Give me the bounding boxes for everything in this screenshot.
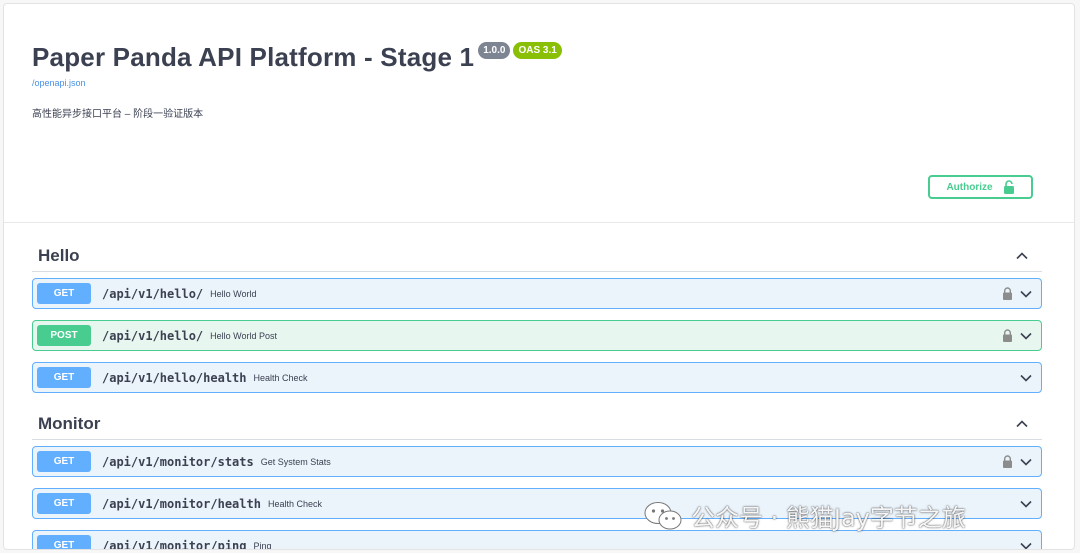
chevron-up-icon[interactable] (1014, 416, 1030, 432)
chevron-down-icon[interactable] (1019, 371, 1033, 385)
operation-controls (1019, 497, 1033, 511)
method-badge: GET (37, 535, 91, 549)
lock-icon[interactable] (1002, 287, 1013, 300)
wechat-icon (644, 501, 682, 529)
operation-post-hello[interactable]: POST /api/v1/hello/ Hello World Post (32, 320, 1042, 351)
authorize-button[interactable]: Authorize (928, 175, 1033, 199)
api-info-section: Paper Panda API Platform - Stage 1 1.0.0… (4, 4, 1074, 223)
page-title: Paper Panda API Platform - Stage 1 (32, 42, 475, 72)
operation-get-monitor-stats[interactable]: GET /api/v1/monitor/stats Get System Sta… (32, 446, 1042, 477)
tag-header-hello[interactable]: Hello (32, 241, 1042, 272)
chevron-down-icon[interactable] (1019, 539, 1033, 551)
operation-path: /api/v1/hello/ (102, 328, 204, 343)
api-description: 高性能异步接口平台 – 阶段一验证版本 (32, 109, 204, 120)
oas-badge: OAS 3.1 (513, 42, 562, 59)
operation-controls (1002, 287, 1033, 301)
method-badge: GET (37, 493, 91, 514)
operation-path: /api/v1/hello/health (102, 370, 247, 385)
chevron-up-icon[interactable] (1014, 248, 1030, 264)
operation-path: /api/v1/monitor/health (102, 496, 261, 511)
tag-name: Monitor (38, 414, 101, 433)
operation-controls (1002, 455, 1033, 469)
lock-icon[interactable] (1002, 329, 1013, 342)
chevron-down-icon[interactable] (1019, 329, 1033, 343)
operation-get-hello[interactable]: GET /api/v1/hello/ Hello World (32, 278, 1042, 309)
watermark-text: 公众号 · 熊猫Jay字节之旅 (691, 504, 966, 532)
operation-controls (1019, 371, 1033, 385)
tag-name: Hello (38, 246, 80, 265)
operation-path: /api/v1/monitor/ping (102, 538, 247, 550)
chevron-down-icon[interactable] (1019, 287, 1033, 301)
watermark: 公众号 · 熊猫Jay字节之旅 (643, 498, 966, 533)
method-badge: GET (37, 451, 91, 472)
lock-icon[interactable] (1002, 455, 1013, 468)
title-row: Paper Panda API Platform - Stage 1 1.0.0… (32, 40, 562, 74)
operation-summary: Health Check (267, 498, 322, 509)
method-badge: GET (37, 283, 91, 304)
operation-summary: Ping (253, 540, 272, 550)
chevron-down-icon[interactable] (1019, 455, 1033, 469)
authorize-label: Authorize (946, 181, 993, 193)
operation-summary: Health Check (253, 372, 308, 383)
tag-header-monitor[interactable]: Monitor (32, 409, 1042, 440)
operation-path: /api/v1/monitor/stats (102, 454, 254, 469)
operation-controls (1019, 539, 1033, 551)
operation-get-monitor-ping[interactable]: GET /api/v1/monitor/ping Ping (32, 530, 1042, 551)
operation-summary: Get System Stats (260, 456, 331, 467)
operation-path: /api/v1/hello/ (102, 286, 204, 301)
method-badge: GET (37, 367, 91, 388)
lock-icon (1003, 180, 1014, 194)
operation-get-hello-health[interactable]: GET /api/v1/hello/health Health Check (32, 362, 1042, 393)
openapi-json-link[interactable]: /openapi.json (32, 78, 86, 88)
swagger-page: Paper Panda API Platform - Stage 1 1.0.0… (3, 3, 1075, 550)
method-badge: POST (37, 325, 91, 346)
operation-summary: Hello World Post (210, 330, 278, 341)
chevron-down-icon[interactable] (1019, 497, 1033, 511)
operation-summary: Hello World (210, 288, 257, 299)
operation-controls (1002, 329, 1033, 343)
version-badge: 1.0.0 (478, 42, 511, 59)
